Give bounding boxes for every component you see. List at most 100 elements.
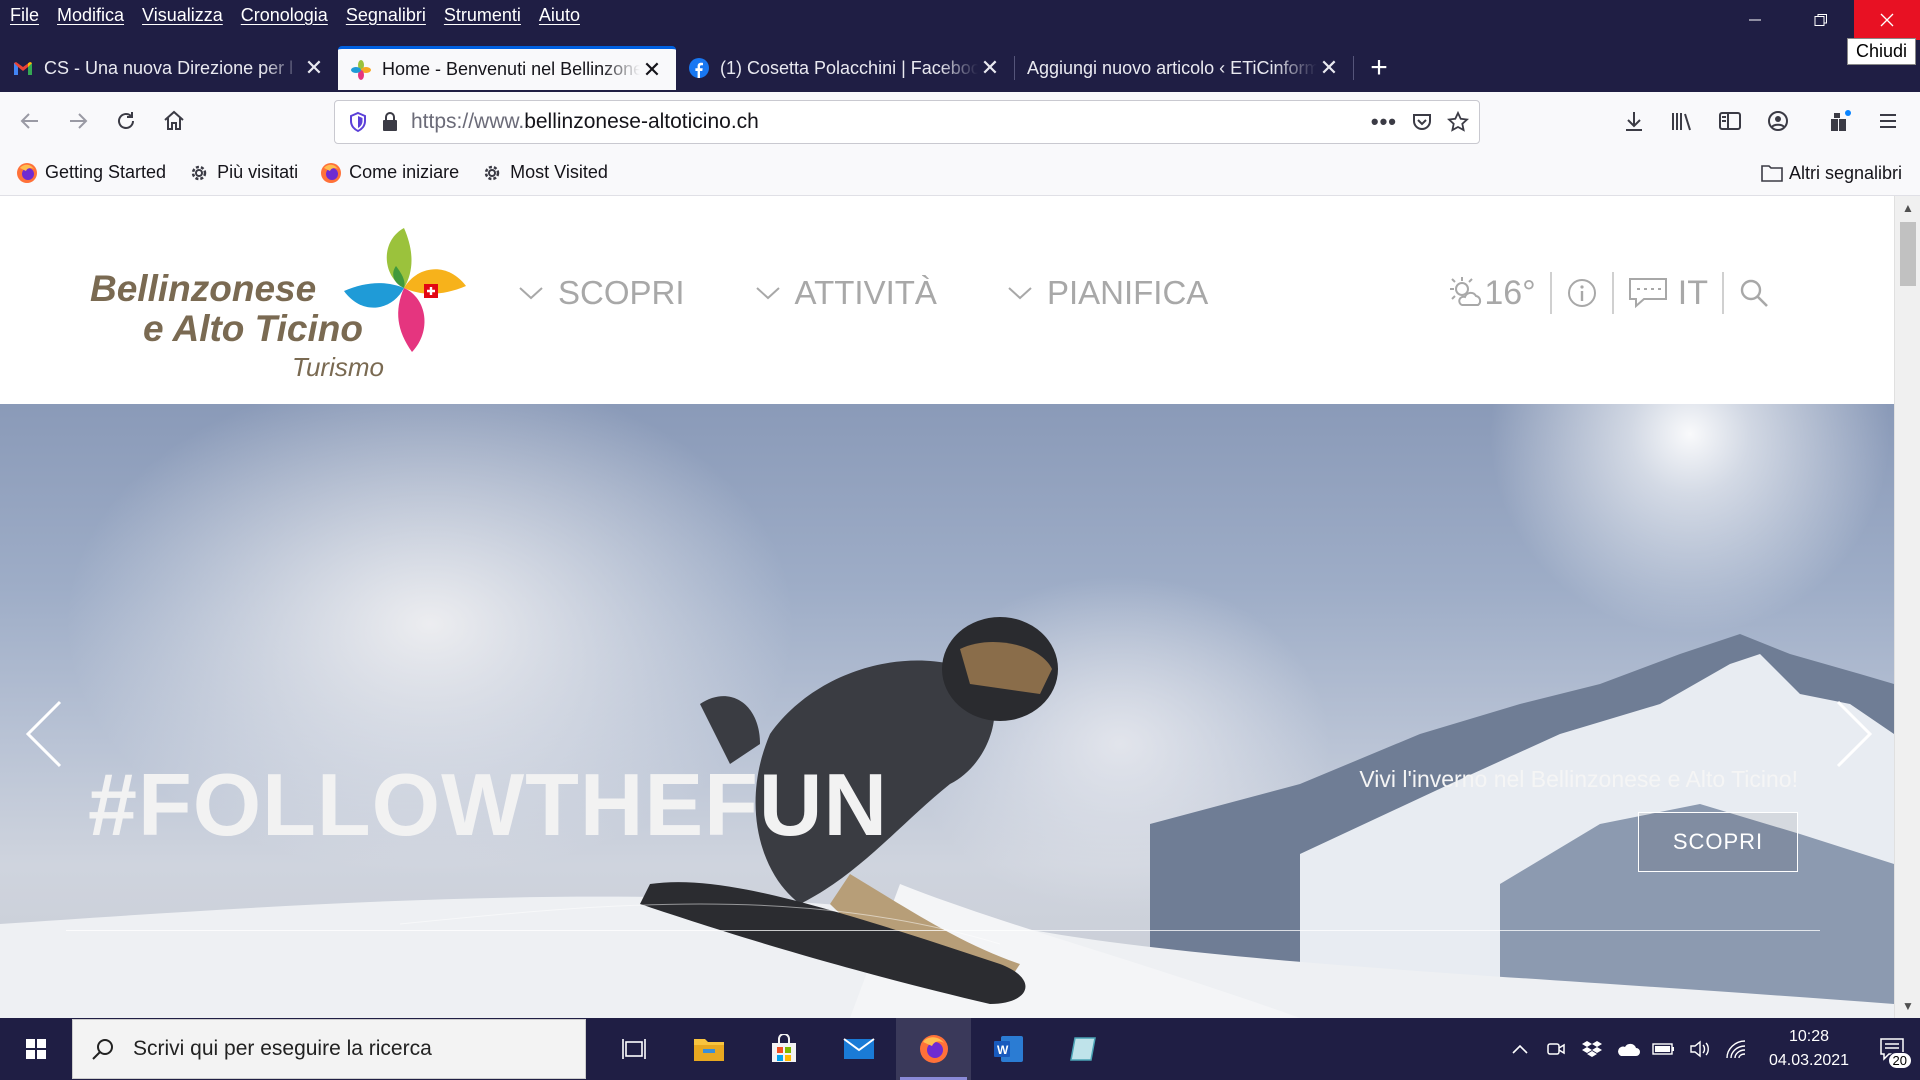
site-search-button[interactable] [1724,270,1784,316]
tab-bellinzonese[interactable]: Home - Benvenuti nel Bellinzonese ✕ [338,46,676,90]
menu-strumenti[interactable]: Strumenti [444,5,521,26]
other-bookmarks[interactable]: Altri segnalibri [1761,150,1902,196]
slider-next-button[interactable] [1834,700,1874,773]
page-actions-ellipsis-icon[interactable]: ••• [1371,109,1397,135]
notification-count-badge: 20 [1887,1052,1912,1069]
task-view-icon [621,1039,646,1059]
account-button[interactable] [1754,99,1802,143]
firefox-icon [320,162,342,184]
download-icon [1626,112,1642,131]
word-button[interactable]: W [971,1018,1046,1080]
minimize-button[interactable] [1722,0,1788,40]
menu-cronologia[interactable]: Cronologia [241,5,328,26]
language-code: IT [1677,273,1708,312]
taskbar-clock[interactable]: 10:28 04.03.2021 [1754,1025,1864,1073]
nav-attivita[interactable]: ATTIVITÀ [755,274,937,312]
language-selector[interactable]: IT [1614,270,1722,316]
firefox-taskbar-button[interactable] [896,1018,971,1080]
logo-line-2: e Alto Ticino [143,308,363,349]
tracking-protection-shield-icon[interactable] [347,111,369,133]
notes-app-button[interactable] [1046,1018,1121,1080]
slider-prev-button[interactable] [24,700,64,773]
tab-facebook[interactable]: (1) Cosetta Polacchini | Facebook ✕ [676,46,1014,90]
site-logo[interactable]: Bellinzonese e Alto Ticino Turismo [88,226,473,386]
system-tray: 10:28 04.03.2021 20 [1502,1018,1920,1080]
home-button[interactable] [150,99,198,143]
bookmark-piu-visitati[interactable]: Più visitati [188,162,298,184]
tab-close-icon[interactable]: ✕ [640,57,664,83]
back-arrow-icon [20,113,38,129]
reload-button[interactable] [102,99,150,143]
window-controls [1722,0,1920,40]
scroll-down-icon[interactable]: ▼ [1895,996,1920,1016]
gmail-icon [12,57,34,79]
mail-button[interactable] [821,1018,896,1080]
menu-visualizza[interactable]: Visualizza [142,5,223,26]
back-button[interactable] [6,99,54,143]
bellinzonese-favicon [350,59,372,81]
tab-close-icon[interactable]: ✕ [978,55,1002,81]
bookmark-star-icon[interactable] [1447,111,1469,133]
meet-now-icon[interactable] [1538,1039,1574,1059]
close-icon [1880,13,1894,27]
onedrive-cloud-icon[interactable] [1610,1041,1646,1057]
forward-button[interactable] [54,99,102,143]
scrollbar-thumb[interactable] [1900,222,1916,286]
extensions-button[interactable] [1816,99,1864,143]
dropbox-icon[interactable] [1574,1039,1610,1059]
volume-icon[interactable] [1682,1039,1718,1059]
windows-logo-icon [26,1039,46,1059]
show-hidden-icons-chevron-up-icon[interactable] [1502,1044,1538,1054]
nav-label: PIANIFICA [1046,274,1209,311]
firefox-icon [16,162,38,184]
nav-pianifica[interactable]: PIANIFICA [1007,274,1208,312]
start-button[interactable] [0,1018,72,1080]
close-button[interactable] [1854,0,1920,40]
chevron-right-icon [1836,700,1873,768]
battery-icon[interactable] [1646,1041,1682,1057]
bookmark-label: Most Visited [510,162,608,182]
task-view-button[interactable] [596,1018,671,1080]
menu-modifica[interactable]: Modifica [57,5,124,26]
chevron-down-icon [519,287,543,300]
tab-title: Home - Benvenuti nel Bellinzonese [382,59,640,79]
menu-segnalibri[interactable]: Segnalibri [346,5,426,26]
bookmark-getting-started[interactable]: Getting Started [16,162,166,184]
menu-aiuto[interactable]: Aiuto [539,5,580,26]
gear-icon [481,162,503,184]
url-text[interactable]: https://www.bellinzonese-altoticino.ch [411,110,759,134]
tab-close-icon[interactable]: ✕ [302,55,326,81]
mail-icon [842,1038,875,1059]
url-bar[interactable]: https://www.bellinzonese-altoticino.ch •… [334,100,1480,144]
bookmark-come-iniziare[interactable]: Come iniziare [320,162,459,184]
action-center-button[interactable]: 20 [1864,1037,1920,1069]
restore-button[interactable] [1788,0,1854,40]
tab-eticinforma[interactable]: Aggiungi nuovo articolo ‹ ETiCinforma ✕ [1015,46,1353,90]
taskbar-search-box[interactable]: Scrivi qui per eseguire la ricerca [72,1019,586,1079]
scroll-up-icon[interactable]: ▲ [1895,198,1920,218]
tab-close-icon[interactable]: ✕ [1317,55,1341,81]
menu-file[interactable]: File [10,5,39,26]
info-button[interactable] [1552,270,1612,316]
close-tooltip: Chiudi [1846,38,1916,65]
new-tab-button[interactable]: + [1354,46,1404,90]
hamburger-menu-button[interactable] [1864,99,1912,143]
store-button[interactable] [746,1018,821,1080]
weather-widget[interactable]: 16° [1434,270,1549,316]
minimize-icon [1749,19,1761,21]
downloads-button[interactable] [1610,99,1658,143]
library-button[interactable] [1658,99,1706,143]
bookmark-most-visited[interactable]: Most Visited [481,162,608,184]
tab-gmail[interactable]: CS - Una nuova Direzione per l ✕ [0,46,338,90]
wifi-icon[interactable] [1718,1039,1754,1059]
hero-title: #FOLLOWTHEFUN [88,755,889,854]
hero-cta-button[interactable]: SCOPRI [1638,812,1798,872]
nav-scopri[interactable]: SCOPRI [518,274,685,312]
taskbar-apps: W [596,1018,1121,1080]
bookmark-label: Più visitati [217,162,299,182]
pocket-icon[interactable] [1411,111,1433,133]
file-explorer-button[interactable] [671,1018,746,1080]
page-scrollbar[interactable]: ▲ ▼ [1894,196,1920,1018]
lock-icon[interactable] [381,111,399,133]
sidebar-button[interactable] [1706,99,1754,143]
